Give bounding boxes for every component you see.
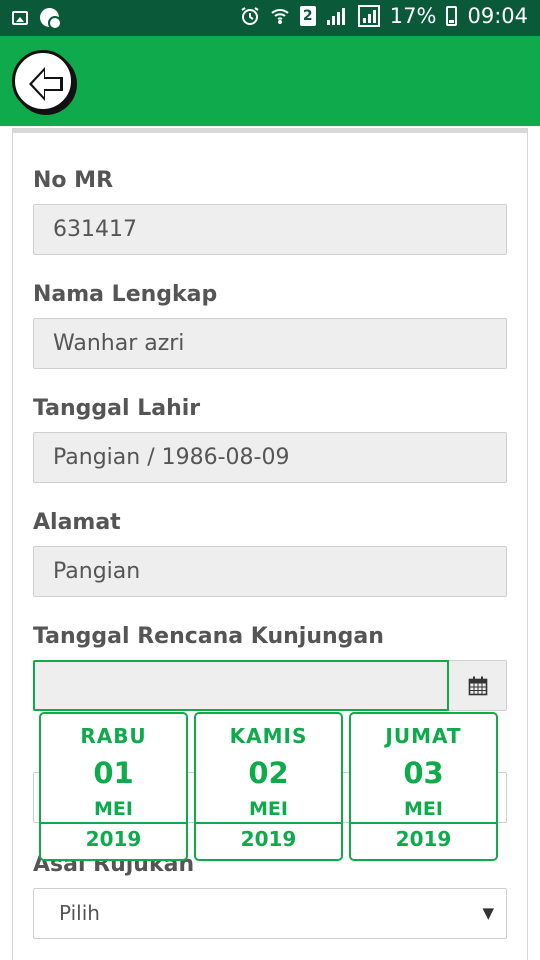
calendar-icon xyxy=(468,676,487,695)
image-notification-icon xyxy=(12,10,28,25)
battery-icon xyxy=(446,6,458,26)
tanggal-lahir-label: Tanggal Lahir xyxy=(33,396,201,421)
no-mr-label: No MR xyxy=(33,168,114,193)
app-bar xyxy=(0,36,540,126)
sim-badge: 2 xyxy=(299,6,316,26)
tanggal-rencana-group xyxy=(33,660,507,711)
alamat-field[interactable]: Pangian xyxy=(33,546,507,597)
alamat-label: Alamat xyxy=(33,510,121,535)
asal-rujukan-selected: Pilih xyxy=(59,901,100,925)
date-option-date: 01 xyxy=(93,756,134,790)
wifi-icon xyxy=(271,9,289,24)
clock: 09:04 xyxy=(467,4,528,28)
asal-rujukan-select[interactable]: Pilih ▼ xyxy=(33,888,507,939)
arrow-left-icon xyxy=(29,67,63,101)
date-option-month: MEI xyxy=(404,798,443,820)
dropdown-caret-icon: ▼ xyxy=(482,904,494,922)
date-option-date: 03 xyxy=(403,756,444,790)
date-option-card[interactable]: KAMIS 02 MEI 2019 xyxy=(194,712,343,861)
date-option-day: KAMIS xyxy=(229,724,308,748)
calendar-button[interactable] xyxy=(449,660,507,711)
date-option-day: RABU xyxy=(80,724,147,748)
date-option-year: 2019 xyxy=(196,822,341,861)
no-mr-field[interactable]: 631417 xyxy=(33,204,507,255)
whatsapp-notification-icon xyxy=(40,8,62,30)
date-option-card[interactable]: JUMAT 03 MEI 2019 xyxy=(349,712,498,861)
signal-icon xyxy=(326,8,345,25)
nama-lengkap-label: Nama Lengkap xyxy=(33,282,218,307)
status-bar: 2 17% 09:04 xyxy=(0,0,540,36)
date-option-month: MEI xyxy=(249,798,288,820)
nama-lengkap-field[interactable]: Wanhar azri xyxy=(33,318,507,369)
back-button[interactable] xyxy=(12,50,74,112)
date-option-card[interactable]: RABU 01 MEI 2019 xyxy=(39,712,188,861)
date-option-year: 2019 xyxy=(41,822,186,861)
date-option-month: MEI xyxy=(94,798,133,820)
battery-percent: 17% xyxy=(389,4,437,28)
alarm-icon xyxy=(241,7,259,25)
tanggal-rencana-input[interactable] xyxy=(33,660,449,711)
date-option-date: 02 xyxy=(248,756,289,790)
signal-sim2-icon xyxy=(357,5,380,27)
tanggal-lahir-field[interactable]: Pangian / 1986-08-09 xyxy=(33,432,507,483)
date-option-day: JUMAT xyxy=(385,724,462,748)
date-option-year: 2019 xyxy=(351,822,496,861)
tanggal-rencana-label: Tanggal Rencana Kunjungan xyxy=(33,624,384,649)
